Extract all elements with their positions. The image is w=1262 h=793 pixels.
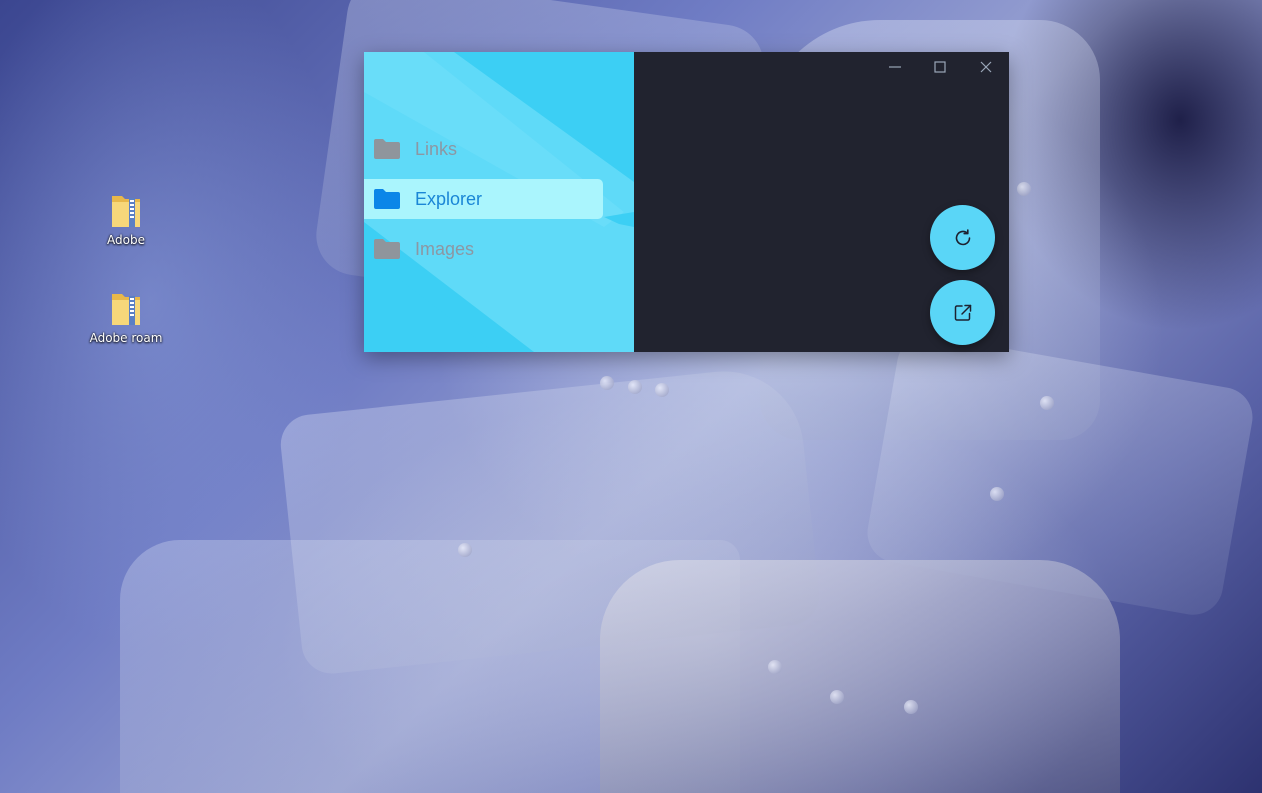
- content-pane: [634, 52, 1009, 352]
- sidebar-item-explorer[interactable]: Explorer: [364, 179, 603, 219]
- folder-zip-icon: [112, 294, 140, 325]
- folder-icon: [374, 139, 400, 159]
- sidebar-item-label: Explorer: [415, 188, 483, 209]
- desktop-icon-adobe[interactable]: Adobe: [86, 190, 166, 247]
- open-external-button[interactable]: [930, 280, 995, 345]
- refresh-button[interactable]: [930, 205, 995, 270]
- refresh-icon: [955, 228, 970, 245]
- folder-icon: [374, 189, 400, 209]
- folder-zip-icon: [112, 196, 140, 227]
- desktop-icon-adobe-roam[interactable]: Adobe roam: [86, 288, 166, 345]
- minimize-button[interactable]: [872, 52, 918, 82]
- sidebar-item-label: Links: [415, 138, 458, 159]
- close-icon: [980, 61, 992, 73]
- sidebar-item-images[interactable]: Images: [364, 229, 603, 269]
- open-external-icon: [954, 304, 971, 321]
- desktop: Adobe Adobe roam Links Explorer Images: [0, 0, 1262, 793]
- sidebar-item-links[interactable]: Links: [364, 129, 603, 169]
- maximize-button[interactable]: [917, 52, 963, 82]
- minimize-icon: [889, 66, 901, 68]
- close-button[interactable]: [963, 52, 1009, 82]
- folder-icon: [374, 239, 400, 259]
- desktop-icon-label: Adobe roam: [89, 331, 163, 345]
- sidebar: Links Explorer Images: [364, 52, 634, 352]
- maximize-icon: [934, 61, 946, 73]
- sidebar-item-label: Images: [415, 238, 475, 259]
- app-window: Links Explorer Images: [364, 52, 1009, 352]
- desktop-icon-label: Adobe: [107, 233, 145, 247]
